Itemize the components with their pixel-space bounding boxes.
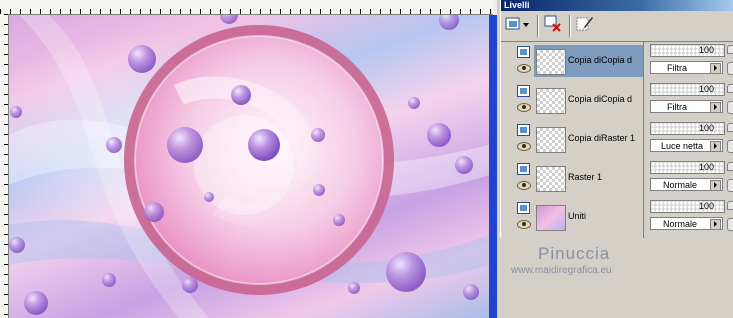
- layer-row[interactable]: Copia diRaster 1: [516, 120, 645, 158]
- blend-mode-value: Filtra: [667, 102, 687, 112]
- layer-properties: 100 Filtra 100 Filtra 100 Luce netta 100…: [647, 42, 733, 238]
- artwork-canvas[interactable]: [9, 15, 489, 318]
- layers-toolbar: [501, 11, 733, 42]
- dropdown-arrow-icon[interactable]: [710, 180, 721, 191]
- link-icon[interactable]: [727, 140, 733, 153]
- visibility-eye-icon[interactable]: [517, 64, 531, 73]
- opacity-slider[interactable]: 100: [650, 161, 725, 174]
- layer-properties-row: 100 Normale: [650, 198, 733, 236]
- blend-mode-value: Normale: [663, 219, 698, 229]
- blend-mode-select[interactable]: Normale: [650, 217, 723, 230]
- layer-row[interactable]: Raster 1: [516, 159, 645, 197]
- layer-thumbnail: [536, 88, 566, 114]
- layer-properties-row: 100 Filtra: [650, 81, 733, 119]
- blend-mode-value: Filtra: [667, 63, 687, 73]
- canvas-window: [0, 0, 497, 318]
- layer-name: Copia diCopia d: [568, 94, 633, 104]
- layer-thumbnail: [536, 49, 566, 75]
- layer-row[interactable]: Uniti: [516, 198, 645, 236]
- layer-row[interactable]: Copia diCopia d: [516, 42, 645, 80]
- opacity-value: 100: [698, 201, 714, 211]
- layer-name: Copia diCopia d: [568, 55, 633, 65]
- new-layer-button[interactable]: [504, 16, 532, 36]
- blend-mode-value: Normale: [663, 180, 698, 190]
- dropdown-arrow-icon[interactable]: [710, 63, 721, 74]
- opacity-value: 100: [698, 84, 714, 94]
- watermark-url: www.maidiregrafica.eu: [511, 265, 612, 276]
- opacity-slider[interactable]: 100: [650, 200, 725, 213]
- lock-icon[interactable]: [727, 201, 733, 210]
- horizontal-ruler: [0, 0, 497, 15]
- layer-type-icon: [517, 85, 530, 97]
- delete-layer-icon: [544, 15, 562, 37]
- lock-icon[interactable]: [727, 84, 733, 93]
- layer-list: Copia diCopia d Copia diCopia d Copia di…: [506, 42, 645, 259]
- layer-properties-row: 100 Filtra: [650, 42, 733, 80]
- dropdown-arrow-icon[interactable]: [710, 102, 721, 113]
- watermark-name: Pinuccia: [538, 244, 611, 263]
- delete-layer-button[interactable]: [543, 15, 563, 37]
- layer-name: Raster 1: [568, 172, 603, 182]
- opacity-slider[interactable]: 100: [650, 122, 725, 135]
- blend-mode-select[interactable]: Normale: [650, 178, 723, 191]
- lock-icon[interactable]: [727, 45, 733, 54]
- toolbar-separator: [537, 15, 539, 37]
- visibility-eye-icon[interactable]: [517, 220, 531, 229]
- visibility-eye-icon[interactable]: [517, 181, 531, 190]
- new-layer-icon: [505, 16, 531, 36]
- layer-thumbnail: [536, 127, 566, 153]
- blend-mode-select[interactable]: Luce netta: [650, 139, 723, 152]
- panel-title: Livelli: [501, 0, 733, 11]
- layer-thumbnail: [536, 205, 566, 231]
- toolbar-separator: [569, 15, 571, 37]
- layer-row[interactable]: Copia diCopia d: [516, 81, 645, 119]
- visibility-eye-icon[interactable]: [517, 142, 531, 151]
- visibility-eye-icon[interactable]: [517, 103, 531, 112]
- edit-layer-icon: [576, 15, 594, 37]
- opacity-slider[interactable]: 100: [650, 44, 725, 57]
- opacity-slider[interactable]: 100: [650, 83, 725, 96]
- layer-name: Copia diRaster 1: [568, 133, 636, 143]
- layer-properties-row: 100 Normale: [650, 159, 733, 197]
- layer-type-icon: [517, 46, 530, 58]
- link-icon[interactable]: [727, 62, 733, 75]
- layer-type-icon: [517, 202, 530, 214]
- blend-mode-select[interactable]: Filtra: [650, 100, 723, 113]
- vertical-ruler: [0, 14, 9, 318]
- blend-mode-select[interactable]: Filtra: [650, 61, 723, 74]
- edit-layer-button[interactable]: [575, 16, 595, 36]
- layer-properties-row: 100 Luce netta: [650, 120, 733, 158]
- link-icon[interactable]: [727, 179, 733, 192]
- link-icon[interactable]: [727, 218, 733, 231]
- dropdown-arrow-icon[interactable]: [710, 141, 721, 152]
- artwork-image: [9, 15, 489, 318]
- opacity-value: 100: [698, 45, 714, 55]
- watermark: Pinuccia www.maidiregrafica.eu: [500, 238, 733, 318]
- link-icon[interactable]: [727, 101, 733, 114]
- layer-type-icon: [517, 163, 530, 175]
- layer-name: Uniti: [568, 211, 587, 221]
- dropdown-arrow-icon[interactable]: [710, 219, 721, 230]
- layer-thumbnail: [536, 166, 566, 192]
- canvas-border: [489, 15, 497, 318]
- blend-mode-value: Luce netta: [661, 141, 704, 151]
- opacity-value: 100: [698, 162, 714, 172]
- lock-icon[interactable]: [727, 123, 733, 132]
- lock-icon[interactable]: [727, 162, 733, 171]
- layer-type-icon: [517, 124, 530, 136]
- opacity-value: 100: [698, 123, 714, 133]
